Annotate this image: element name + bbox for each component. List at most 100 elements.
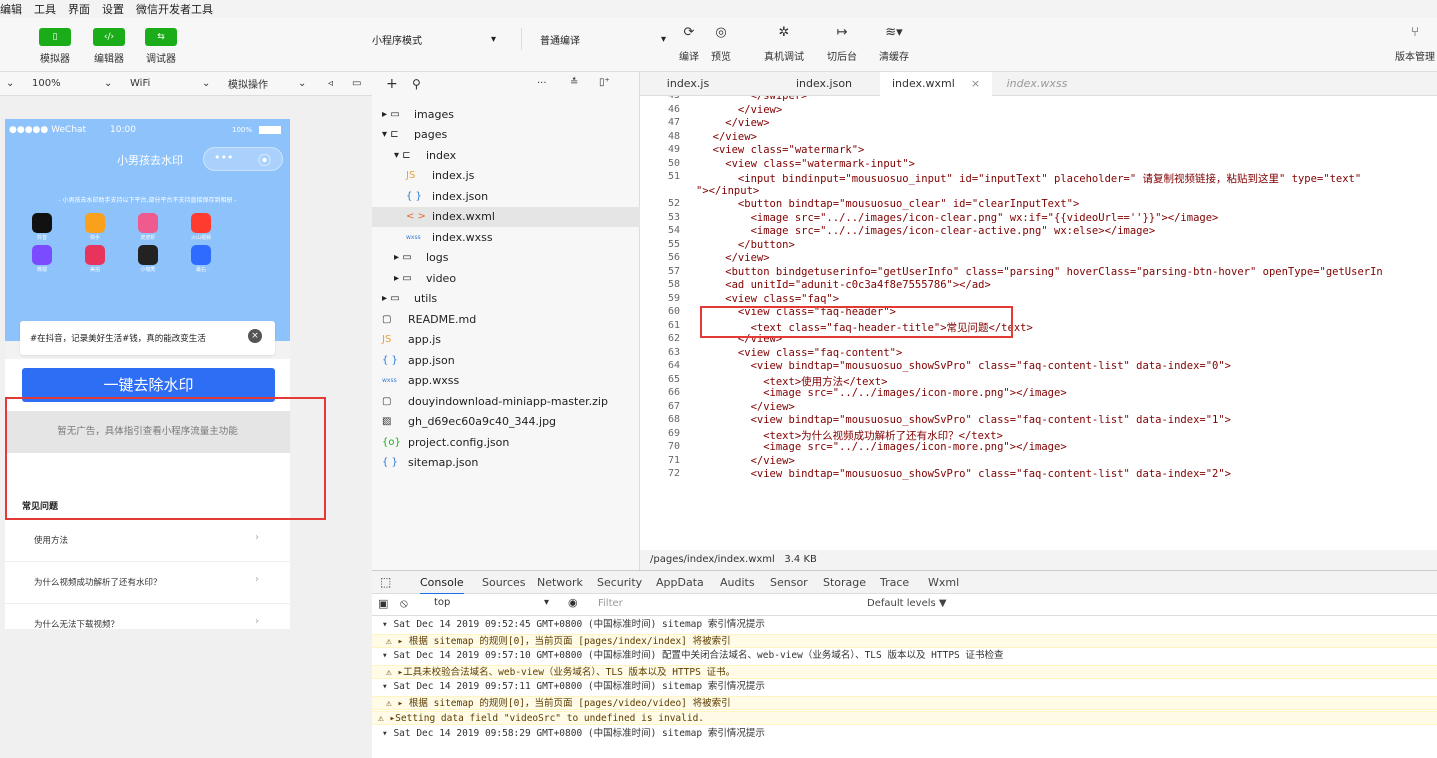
real-debug-button[interactable]: ✲ 真机调试 — [762, 24, 806, 63]
editor-toggle-button[interactable]: ‹/› 编辑器 — [90, 28, 128, 65]
app-icon[interactable] — [191, 213, 211, 233]
devtools-tab[interactable]: Network — [537, 571, 583, 595]
editor-tab-label: index.json — [795, 77, 853, 90]
inspect-icon[interactable]: ⬚ — [380, 575, 391, 589]
preview-button[interactable]: ◎ 预览 — [699, 24, 743, 63]
tree-item[interactable]: wxss app.wxss — [372, 371, 640, 391]
editor-tab-label: index.wxss — [1006, 77, 1068, 90]
tree-item[interactable]: { } index.json — [372, 186, 640, 206]
clear-console-icon[interactable]: ⦸ — [400, 596, 408, 611]
add-icon[interactable]: + — [386, 76, 398, 92]
bug-icon: ✲ — [778, 25, 790, 40]
simulator-label: 模拟器 — [40, 54, 70, 65]
network-select[interactable]: WiFi — [130, 78, 150, 89]
chevron-down-icon[interactable]: ⌄ — [202, 78, 210, 89]
devtools-tab[interactable]: Console — [420, 571, 464, 595]
volume-icon[interactable]: ◃ — [328, 78, 333, 89]
menu-item[interactable]: 工具 — [34, 1, 56, 17]
chevron-down-icon[interactable]: ⌄ — [298, 78, 306, 89]
app-icon[interactable] — [191, 245, 211, 265]
clear-cache-label: 清缓存 — [879, 52, 909, 63]
app-icon[interactable] — [85, 213, 105, 233]
link-input[interactable]: #在抖音，记录美好生活#钱，真的能改变生活 × — [20, 321, 275, 355]
devtools-tab[interactable]: AppData — [656, 571, 704, 595]
app-icon[interactable] — [85, 245, 105, 265]
app-label: 美拍 — [89, 267, 100, 273]
tree-item[interactable]: ▾ ⊏ pages — [372, 125, 640, 145]
tree-item[interactable]: ▨ gh_d69ec60a9c40_344.jpg — [372, 412, 640, 432]
chevron-down-icon[interactable]: ⌄ — [6, 78, 14, 89]
simulator-toggle-button[interactable]: ▯ 模拟器 — [36, 28, 74, 65]
window-icon[interactable]: ▭ — [352, 78, 361, 89]
tree-item[interactable]: ▢ README.md — [372, 309, 640, 329]
menu-item[interactable]: 微信开发者工具 — [136, 1, 213, 17]
devtools-tab[interactable]: Wxml — [928, 571, 959, 595]
devtools-tab[interactable]: Security — [597, 571, 642, 595]
devtools-tab[interactable]: Sensor — [770, 571, 808, 595]
editor-tab[interactable]: index.wxml × — [880, 72, 992, 96]
app-icon[interactable] — [32, 213, 52, 233]
filter-input[interactable]: Filter — [598, 598, 623, 609]
tree-item[interactable]: { } sitemap.json — [372, 453, 640, 473]
tree-item-label: index.wxss — [432, 230, 493, 244]
sim-ops-select[interactable]: 模拟操作 — [228, 76, 268, 91]
editor-tab[interactable]: index.wxss — [992, 72, 1082, 96]
app-icon[interactable] — [32, 245, 52, 265]
tree-item[interactable]: JS index.js — [372, 166, 640, 186]
context-select[interactable]: top ▾ — [434, 597, 559, 613]
switch-icon: ↦ — [836, 25, 848, 40]
console-line: ▾ Sat Dec 14 2019 09:52:45 GMT+0800 (中国标… — [382, 619, 765, 630]
tree-item[interactable]: ▸ ▭ images — [372, 104, 640, 124]
sort-icon[interactable]: ≛ — [570, 77, 578, 88]
mode-select[interactable]: 小程序模式 ▾ — [372, 30, 496, 48]
chevron-right-icon: › — [255, 532, 259, 543]
background-button[interactable]: ↦ 切后台 — [820, 24, 864, 63]
menu-item[interactable]: 设置 — [102, 1, 124, 17]
faq-item[interactable]: 为什么无法下载视频？ › — [5, 603, 290, 629]
devtools-tab[interactable]: Storage — [823, 571, 866, 595]
debugger-toggle-button[interactable]: ⇆ 调试器 — [142, 28, 180, 65]
tree-item[interactable]: ▸ ▭ video — [372, 268, 640, 288]
sidebar-icon[interactable]: ▣ — [378, 597, 388, 610]
tree-item[interactable]: {o} project.config.json — [372, 432, 640, 452]
menu-item[interactable]: 编辑 — [0, 1, 22, 17]
clear-cache-button[interactable]: ≋▾ 清缓存 — [872, 24, 916, 63]
tree-item[interactable]: JS app.js — [372, 330, 640, 350]
app-icon[interactable] — [138, 245, 158, 265]
version-button[interactable]: ⑂ 版本管理 — [1393, 24, 1437, 63]
zoom-select[interactable]: 100% — [32, 78, 61, 89]
compile-select[interactable]: 普通编译 ▾ — [540, 30, 666, 48]
tree-item[interactable]: ▢ douyindownload-miniapp-master.zip — [372, 391, 640, 411]
eye-icon[interactable]: ◉ — [568, 596, 578, 609]
menu-item[interactable]: 界面 — [68, 1, 90, 17]
line-number: 57 — [667, 265, 680, 277]
collapse-icon[interactable]: ▯⁺ — [599, 77, 610, 88]
faq-item[interactable]: 使用方法 › — [5, 519, 290, 561]
faq-item[interactable]: 为什么视频成功解析了还有水印？ › — [5, 561, 290, 603]
app-icon[interactable] — [138, 213, 158, 233]
tree-item[interactable]: ▸ ▭ utils — [372, 289, 640, 309]
clear-icon[interactable]: × — [248, 329, 262, 343]
devtools-tab[interactable]: Sources — [482, 571, 526, 595]
tree-item[interactable]: ▾ ⊏ index — [372, 145, 640, 165]
editor-tab[interactable]: index.json — [768, 72, 880, 96]
tree-item-label: app.json — [408, 353, 455, 367]
tree-item[interactable]: < > index.wxml — [372, 206, 640, 227]
devtools-tab[interactable]: Trace — [880, 571, 909, 595]
editor-tab[interactable]: index.js — [648, 72, 728, 96]
line-number: 59 — [667, 292, 680, 304]
more-icon[interactable]: ··· — [537, 78, 547, 89]
search-icon[interactable]: ⚲ — [412, 77, 421, 91]
close-icon[interactable]: × — [971, 77, 980, 90]
tree-item[interactable]: ▸ ▭ logs — [372, 248, 640, 268]
devtools-tab[interactable]: Audits — [720, 571, 755, 595]
file-icon: { } — [406, 190, 422, 202]
compile-select-value: 普通编译 — [540, 35, 580, 47]
context-value: top — [434, 597, 451, 608]
chevron-down-icon[interactable]: ⌄ — [104, 78, 112, 89]
file-icon: < > — [406, 211, 426, 222]
tree-item[interactable]: { } app.json — [372, 350, 640, 370]
tree-item-label: project.config.json — [408, 435, 510, 449]
tree-item[interactable]: wxss index.wxss — [372, 227, 640, 247]
log-levels-select[interactable]: Default levels ▼ — [867, 598, 947, 609]
